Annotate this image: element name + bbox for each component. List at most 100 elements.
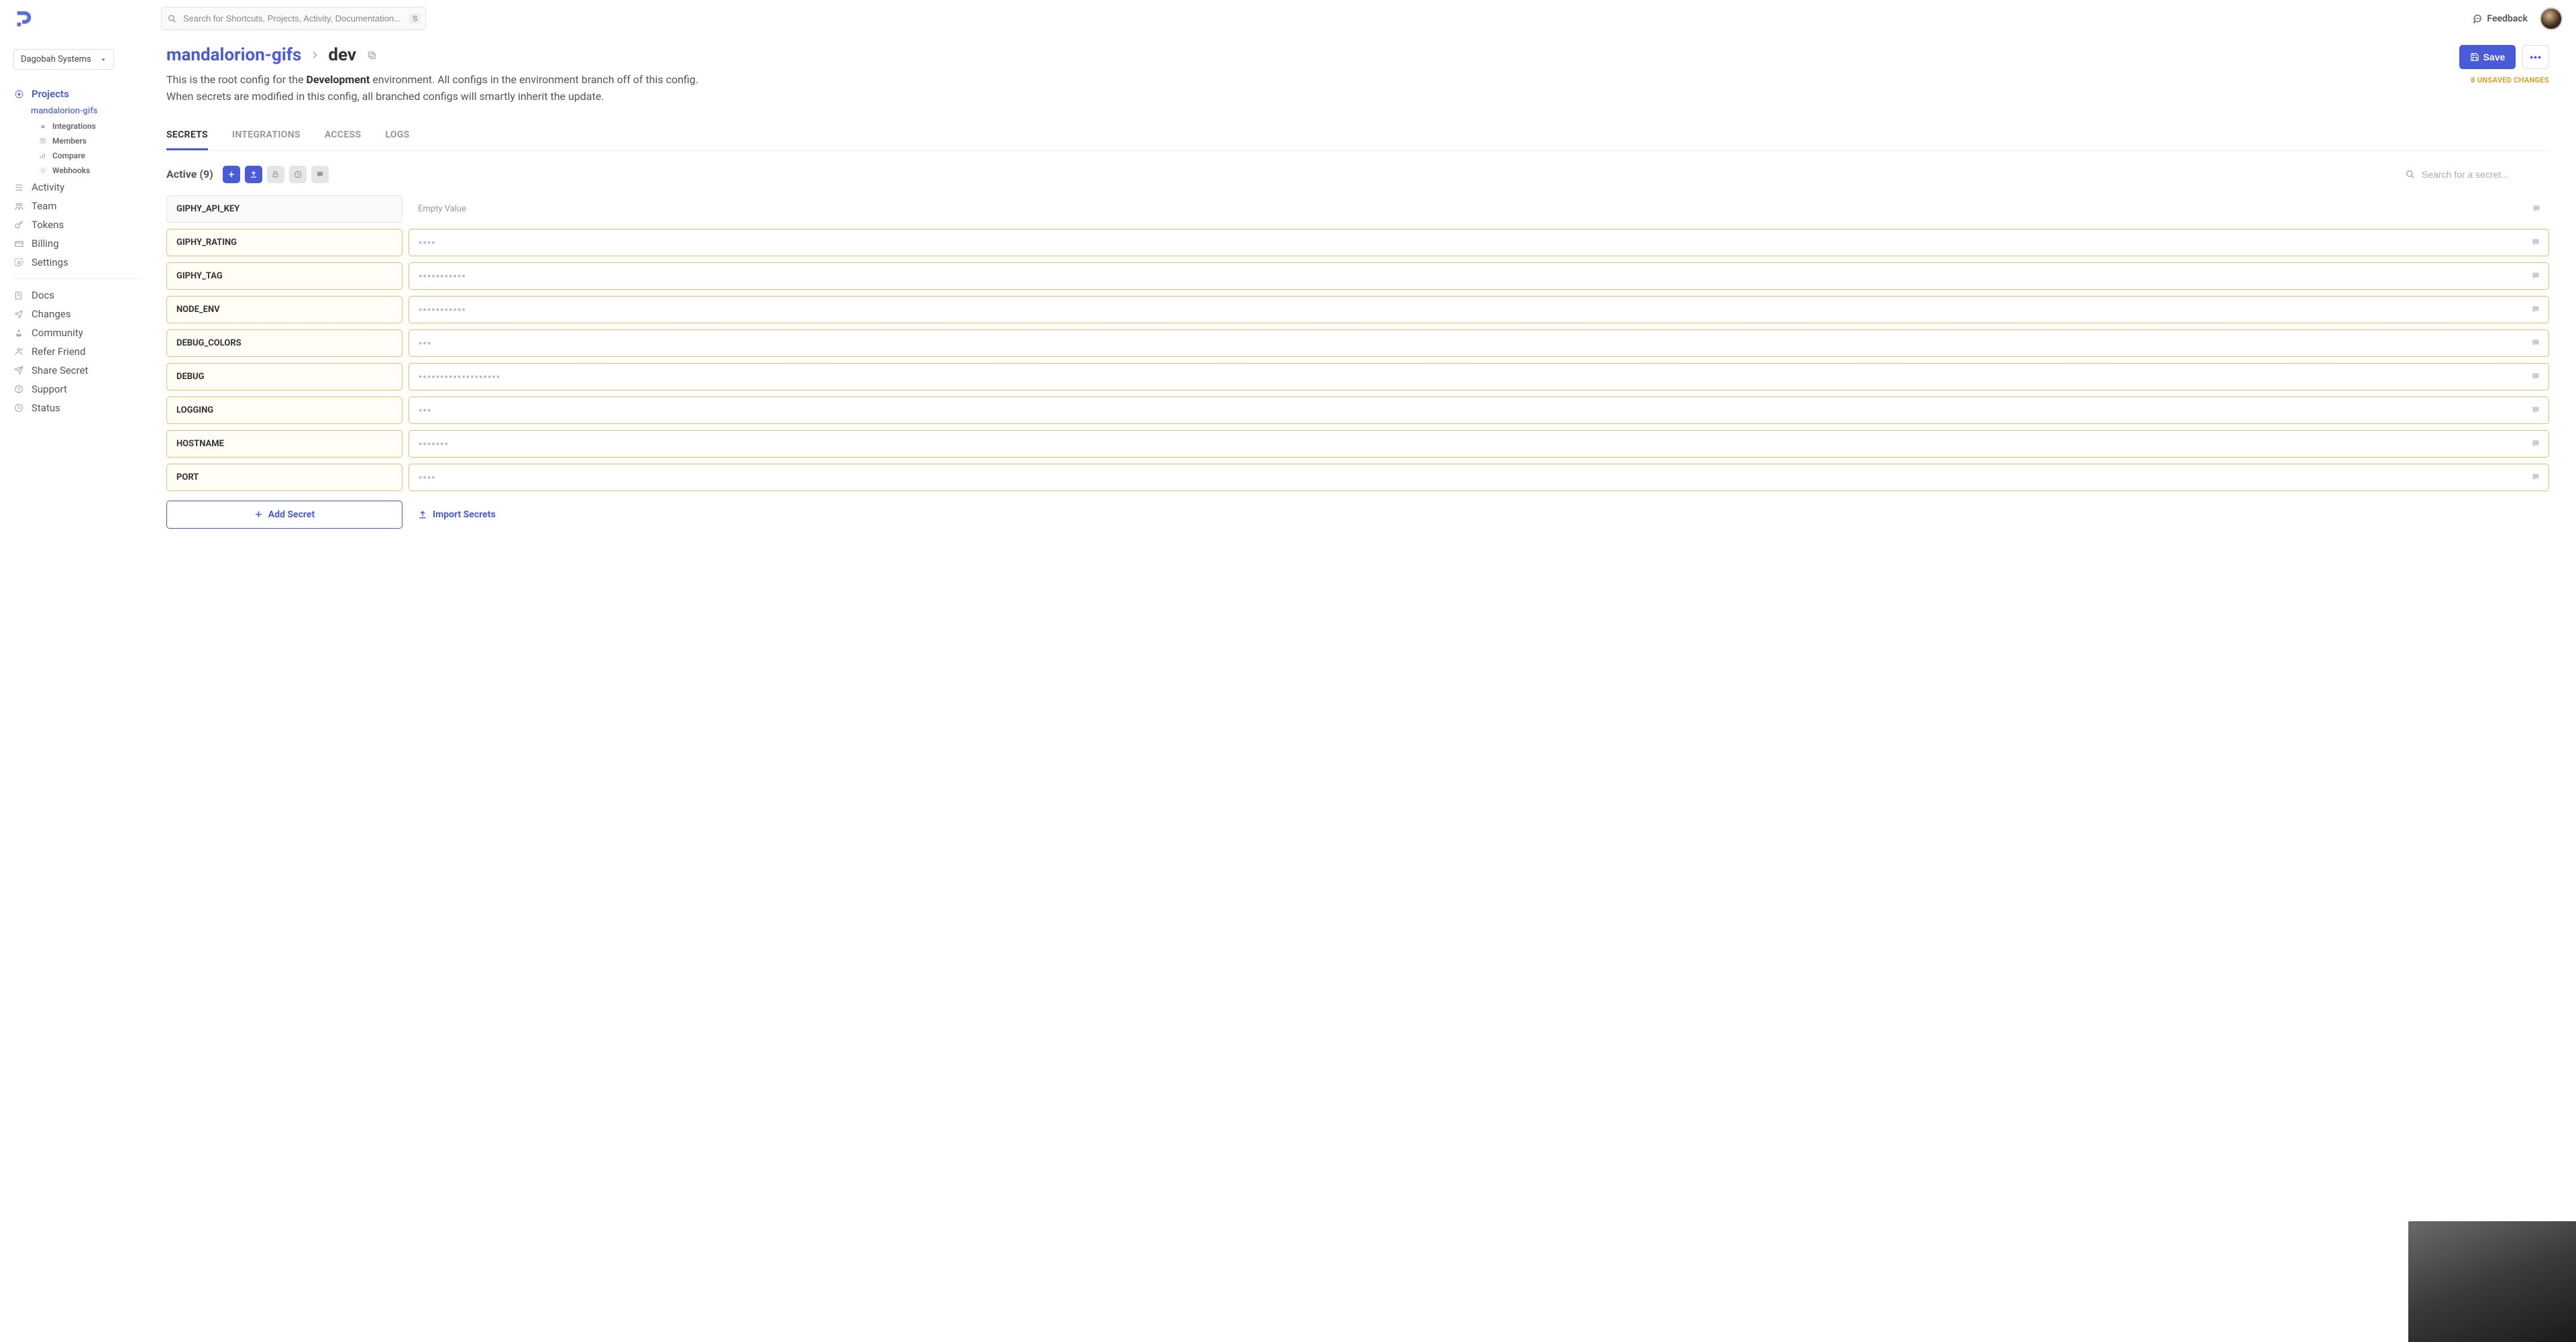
secret-key[interactable]: DEBUG_COLORS — [166, 329, 402, 357]
nav-secondary-item[interactable]: Support — [13, 380, 154, 399]
chat-icon — [2472, 13, 2482, 23]
nav-item[interactable]: Billing — [13, 234, 154, 253]
nav-label: Billing — [32, 238, 59, 250]
secrets-list: GIPHY_API_KEYEmpty ValueGIPHY_RATING●●●●… — [166, 195, 2549, 491]
tab[interactable]: SECRETS — [166, 130, 208, 150]
comment-icon[interactable] — [2531, 372, 2540, 381]
secret-key[interactable]: GIPHY_API_KEY — [166, 195, 402, 223]
add-secret-label: Add Secret — [268, 509, 315, 520]
secret-value[interactable]: ●●●●●●●●●●●●●●●●●●● — [409, 363, 2549, 391]
search-shortcut-hint: S — [409, 13, 421, 23]
secret-row: GIPHY_TAG●●●●●●●●●●● — [166, 262, 2549, 290]
comment-icon[interactable] — [2531, 305, 2540, 314]
nav-secondary-item[interactable]: Changes — [13, 305, 154, 323]
nav-item[interactable]: Tokens — [13, 215, 154, 234]
gear-icon — [13, 89, 24, 99]
subitem-icon — [39, 152, 47, 160]
sidebar-subitem[interactable]: Webhooks — [39, 163, 154, 178]
secret-value[interactable]: ●●● — [409, 329, 2549, 357]
nav-secondary-item[interactable]: Share Secret — [13, 361, 154, 380]
nav-secondary-item[interactable]: Refer Friend — [13, 342, 154, 361]
nav-item[interactable]: Team — [13, 197, 154, 215]
nav-item[interactable]: Activity — [13, 178, 154, 197]
comment-icon[interactable] — [2531, 405, 2540, 415]
active-count: Active (9) — [166, 168, 213, 180]
comment-icon[interactable] — [2532, 204, 2541, 213]
search-input[interactable] — [161, 7, 426, 30]
nav-label: Docs — [32, 289, 54, 301]
nav-projects[interactable]: Projects — [13, 85, 154, 103]
upload-button[interactable] — [245, 166, 262, 183]
nav-label: Activity — [32, 181, 64, 193]
copy-icon[interactable] — [367, 50, 377, 60]
nav-label: Support — [32, 383, 67, 395]
sidebar-subitem[interactable]: Integrations — [39, 119, 154, 134]
org-selector[interactable]: Dagobah Systems — [13, 49, 114, 70]
comment-icon[interactable] — [2531, 338, 2540, 348]
global-search: S — [161, 7, 426, 30]
unsaved-changes-label: 8 UNSAVED CHANGES — [2459, 76, 2549, 85]
save-button[interactable]: Save — [2459, 45, 2516, 69]
nav-icon — [13, 309, 24, 319]
secret-key[interactable]: PORT — [166, 464, 402, 491]
breadcrumb-project[interactable]: mandalorion-gifs — [166, 45, 301, 65]
nav-label: Changes — [32, 308, 71, 320]
tab[interactable]: ACCESS — [325, 130, 362, 150]
secret-search-input[interactable] — [2422, 169, 2549, 180]
comment-icon[interactable] — [2531, 271, 2540, 280]
nav-item[interactable]: Settings — [13, 253, 154, 272]
subitem-label: Integrations — [52, 121, 96, 131]
nav-divider — [13, 278, 141, 279]
import-secrets-link[interactable]: Import Secrets — [409, 501, 505, 529]
add-secret-button[interactable] — [223, 166, 240, 183]
secret-value[interactable]: ●●●●●●●●●●● — [409, 262, 2549, 290]
comment-icon[interactable] — [2531, 439, 2540, 448]
secret-value[interactable]: ●●●●●●● — [409, 430, 2549, 458]
nav-label: Team — [32, 200, 57, 212]
secret-key[interactable]: HOSTNAME — [166, 430, 402, 458]
comment-icon[interactable] — [2531, 238, 2540, 247]
secret-value[interactable]: ●●● — [409, 397, 2549, 424]
secret-value[interactable]: ●●●● — [409, 229, 2549, 256]
lock-button[interactable] — [267, 166, 284, 183]
secret-value[interactable]: ●●●●●●●●●●● — [409, 296, 2549, 323]
secrets-toolbar: Active (9) — [166, 166, 2549, 183]
breadcrumb: mandalorion-gifs dev — [166, 45, 716, 65]
comment-button[interactable] — [311, 166, 329, 183]
secret-row: GIPHY_API_KEYEmpty Value — [166, 195, 2549, 223]
app-logo[interactable] — [13, 9, 34, 29]
nav-icon — [13, 220, 24, 230]
comment-icon[interactable] — [2531, 472, 2540, 482]
user-avatar[interactable] — [2540, 7, 2563, 30]
secret-key[interactable]: GIPHY_TAG — [166, 262, 402, 290]
add-secret-link[interactable]: Add Secret — [166, 501, 402, 529]
sidebar-subitem[interactable]: Compare — [39, 148, 154, 163]
secret-key[interactable]: GIPHY_RATING — [166, 229, 402, 256]
tab[interactable]: INTEGRATIONS — [232, 130, 301, 150]
history-button[interactable] — [289, 166, 307, 183]
secret-value[interactable]: ●●●● — [409, 464, 2549, 491]
subitem-label: Members — [52, 136, 87, 146]
feedback-label: Feedback — [2487, 13, 2528, 24]
secret-key[interactable]: NODE_ENV — [166, 296, 402, 323]
nav-secondary-item[interactable]: Status — [13, 399, 154, 417]
save-label: Save — [2483, 52, 2506, 62]
secret-key[interactable]: DEBUG — [166, 363, 402, 391]
config-description: This is the root config for the Developm… — [166, 72, 716, 105]
nav-secondary-item[interactable]: Community — [13, 323, 154, 342]
more-actions-button[interactable]: ••• — [2522, 45, 2549, 69]
feedback-link[interactable]: Feedback — [2472, 13, 2528, 24]
secret-row: GIPHY_RATING ●●●● — [166, 229, 2549, 256]
secret-row: DEBUG_COLORS●●● — [166, 329, 2549, 357]
secret-key[interactable]: LOGGING — [166, 397, 402, 424]
sidebar-subitem[interactable]: Members — [39, 134, 154, 148]
nav-secondary-item[interactable]: Docs — [13, 286, 154, 305]
nav-icon — [13, 366, 24, 375]
secret-value[interactable]: Empty Value — [409, 195, 2549, 223]
tab[interactable]: LOGS — [385, 130, 409, 150]
secret-row: NODE_ENV ●●●●●●●●●●● — [166, 296, 2549, 323]
chevron-right-icon — [309, 50, 320, 60]
org-name: Dagobah Systems — [21, 54, 91, 64]
nav-label: Status — [32, 402, 60, 414]
sidebar-project-link[interactable]: mandalorion-gifs — [31, 103, 154, 119]
